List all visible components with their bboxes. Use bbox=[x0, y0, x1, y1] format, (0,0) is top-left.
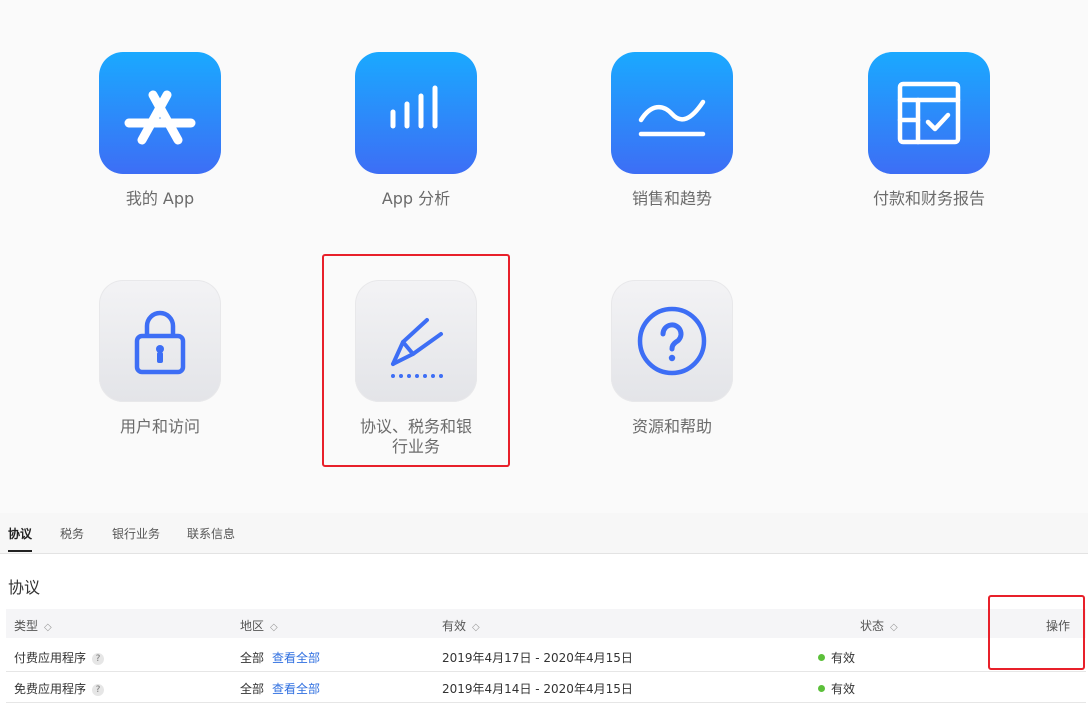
help-icon[interactable]: ? bbox=[92, 653, 105, 665]
lock-icon bbox=[99, 280, 221, 402]
trend-line-icon bbox=[611, 52, 733, 174]
tile-sales-trends[interactable]: 销售和趋势 bbox=[572, 52, 772, 209]
tile-label: 用户和访问 bbox=[119, 417, 200, 436]
table-row: 付费应用程序? 全部 查看全部 2019年4月17日 - 2020年4月15日 有… bbox=[6, 640, 1086, 672]
tile-label: 我的 App bbox=[125, 189, 195, 208]
section-title: 协议 bbox=[8, 578, 41, 597]
tile-app-analytics[interactable]: App 分析 bbox=[316, 52, 516, 209]
column-header-status[interactable]: 状态 ◇ bbox=[860, 617, 898, 634]
finance-report-icon bbox=[868, 52, 990, 174]
app-launcher-grid: 我的 App App 分析 销售和趋势 付款和财务报告 用户和访问 协议、税务和… bbox=[0, 0, 1088, 513]
cell-region: 全部 查看全部 bbox=[240, 682, 321, 696]
cell-validity: 2019年4月14日 - 2020年4月15日 bbox=[442, 682, 633, 696]
tile-payments-reports[interactable]: 付款和财务报告 bbox=[829, 52, 1029, 209]
sort-icon: ◇ bbox=[472, 622, 480, 633]
cell-region: 全部 查看全部 bbox=[240, 651, 321, 665]
column-header-type[interactable]: 类型 ◇ bbox=[14, 617, 52, 634]
app-store-icon bbox=[99, 52, 221, 174]
view-all-link[interactable]: 查看全部 bbox=[272, 682, 320, 696]
status-dot-icon bbox=[818, 685, 825, 692]
bar-chart-icon bbox=[355, 52, 477, 174]
column-header-validity[interactable]: 有效 ◇ bbox=[442, 617, 480, 634]
help-icon[interactable]: ? bbox=[92, 684, 105, 696]
sort-icon: ◇ bbox=[270, 622, 278, 633]
cell-status: 有效 bbox=[818, 680, 855, 697]
tab-agreements[interactable]: 协议 bbox=[8, 525, 33, 552]
tab-banking[interactable]: 银行业务 bbox=[112, 525, 160, 542]
cell-type: 付费应用程序? bbox=[14, 649, 105, 666]
column-header-region[interactable]: 地区 ◇ bbox=[240, 617, 278, 634]
annotation-highlight-box bbox=[988, 595, 1085, 670]
annotation-highlight-box bbox=[322, 254, 510, 467]
tile-label: 付款和财务报告 bbox=[872, 189, 985, 208]
tile-label: App 分析 bbox=[381, 189, 451, 208]
tab-contacts[interactable]: 联系信息 bbox=[187, 525, 235, 542]
tile-label: 销售和趋势 bbox=[631, 189, 712, 208]
tile-my-apps[interactable]: 我的 App bbox=[60, 52, 260, 209]
tile-resources-help[interactable]: 资源和帮助 bbox=[572, 280, 772, 437]
table-row: 免费应用程序? 全部 查看全部 2019年4月14日 - 2020年4月15日 有… bbox=[6, 671, 1086, 703]
cell-type: 免费应用程序? bbox=[14, 680, 105, 697]
help-icon bbox=[611, 280, 733, 402]
sort-icon: ◇ bbox=[890, 622, 898, 633]
tile-label: 资源和帮助 bbox=[631, 417, 712, 436]
view-all-link[interactable]: 查看全部 bbox=[272, 651, 320, 665]
table-header: 类型 ◇ 地区 ◇ 有效 ◇ 状态 ◇ 操作 bbox=[6, 609, 1086, 638]
cell-status: 有效 bbox=[818, 649, 855, 666]
cell-validity: 2019年4月17日 - 2020年4月15日 bbox=[442, 651, 633, 665]
tile-users-access[interactable]: 用户和访问 bbox=[60, 280, 260, 437]
status-dot-icon bbox=[818, 654, 825, 661]
sort-icon: ◇ bbox=[44, 622, 52, 633]
tab-tax[interactable]: 税务 bbox=[60, 525, 84, 542]
tab-bar: 协议 税务 银行业务 联系信息 bbox=[0, 513, 1088, 554]
